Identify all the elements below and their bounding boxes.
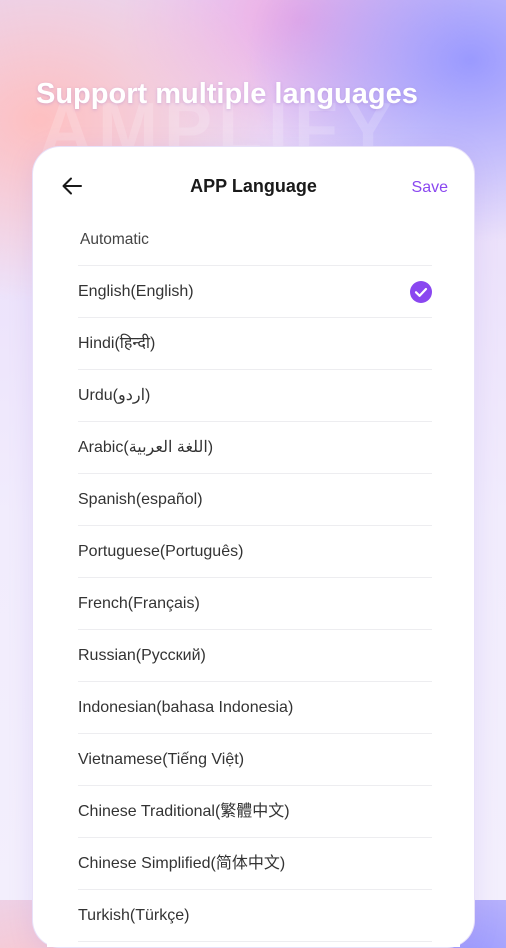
language-item-chinese-simplified[interactable]: Chinese Simplified(简体中文) — [78, 838, 432, 890]
language-item-urdu[interactable]: Urdu(اردو) — [78, 370, 432, 422]
language-label: Portuguese(Português) — [78, 543, 244, 560]
language-item-vietnamese[interactable]: Vietnamese(Tiếng Việt) — [78, 734, 432, 786]
language-label: Chinese Simplified(简体中文) — [78, 855, 286, 872]
app-screen: APP Language Save Automatic English(Engl… — [47, 155, 460, 947]
promo-headline: Support multiple languages — [36, 78, 418, 110]
language-item-arabic[interactable]: Arabic(اللغة العربية) — [78, 422, 432, 474]
language-label: Hindi(हिन्दी) — [78, 335, 156, 352]
language-item-french[interactable]: French(Français) — [78, 578, 432, 630]
language-item-chinese-traditional[interactable]: Chinese Traditional(繁體中文) — [78, 786, 432, 838]
language-item-portuguese[interactable]: Portuguese(Português) — [78, 526, 432, 578]
language-item-automatic[interactable]: Automatic — [78, 215, 432, 266]
language-item-russian[interactable]: Russian(Русский) — [78, 630, 432, 682]
phone-frame: APP Language Save Automatic English(Engl… — [32, 146, 475, 948]
language-item-indonesian[interactable]: Indonesian(bahasa Indonesia) — [78, 682, 432, 734]
language-label: Turkish(Türkçe) — [78, 907, 190, 924]
language-list: Automatic English(English) Hindi(हिन्दी)… — [47, 215, 460, 942]
save-button[interactable]: Save — [412, 179, 448, 197]
language-item-spanish[interactable]: Spanish(español) — [78, 474, 432, 526]
language-label: English(English) — [78, 283, 194, 300]
language-label: Indonesian(bahasa Indonesia) — [78, 699, 294, 716]
page-title: APP Language — [190, 176, 317, 196]
language-label: Arabic(اللغة العربية) — [78, 439, 214, 456]
top-app-bar: APP Language Save — [47, 155, 460, 215]
language-item-english[interactable]: English(English) — [78, 266, 432, 318]
language-label: Chinese Traditional(繁體中文) — [78, 803, 290, 820]
language-label: Urdu(اردو) — [78, 387, 151, 404]
language-label: Russian(Русский) — [78, 647, 206, 664]
language-label: French(Français) — [78, 595, 200, 612]
language-label: Automatic — [80, 231, 149, 248]
language-label: Spanish(español) — [78, 491, 203, 508]
language-item-hindi[interactable]: Hindi(हिन्दी) — [78, 318, 432, 370]
check-circle-icon — [410, 281, 432, 303]
language-label: Vietnamese(Tiếng Việt) — [78, 751, 245, 768]
language-item-turkish[interactable]: Turkish(Türkçe) — [78, 890, 432, 942]
